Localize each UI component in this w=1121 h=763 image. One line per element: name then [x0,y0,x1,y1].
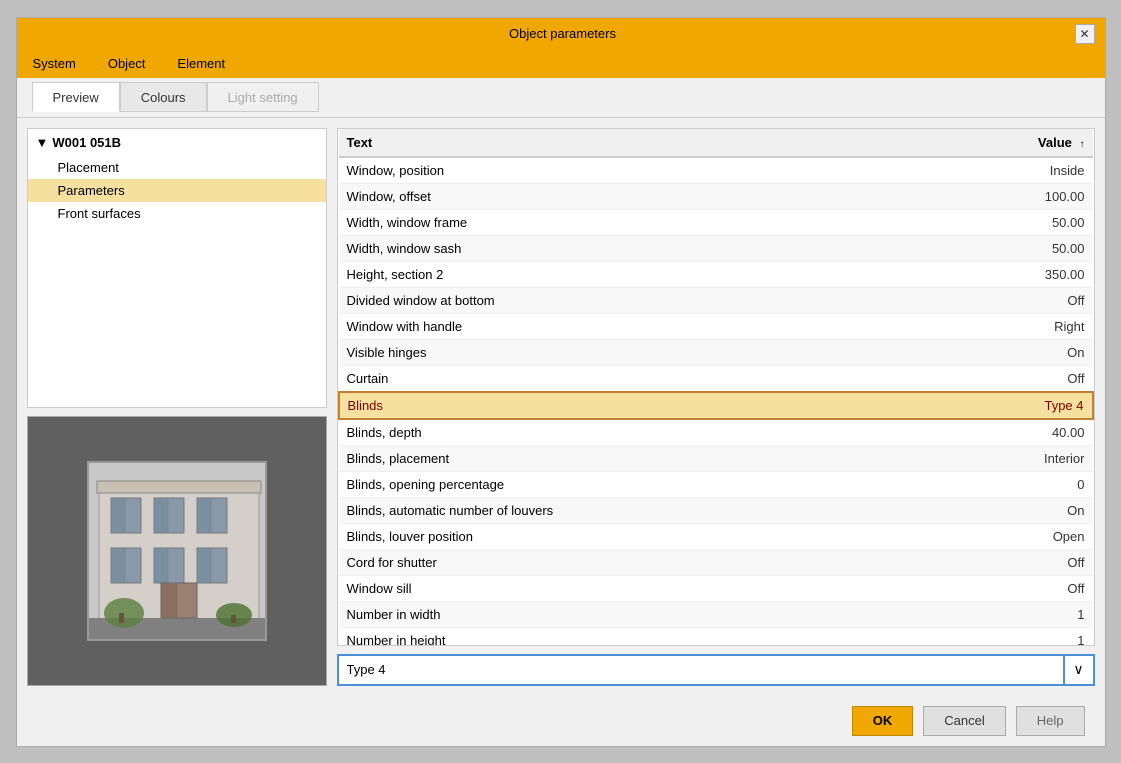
right-panel: Text Value ↑ Window, positionInsideWindo… [337,128,1095,686]
param-text-cell: Width, window frame [339,209,928,235]
tab-light-setting: Light setting [207,82,319,112]
param-text-cell: Blinds [339,392,928,419]
tree-item-placement-label: Placement [58,160,119,175]
param-value-cell: 1 [927,627,1092,646]
dialog: Object parameters ✕ System Object Elemen… [16,17,1106,747]
table-row[interactable]: Height, section 2350.00 [339,261,1093,287]
table-row[interactable]: CurtainOff [339,365,1093,392]
tab-colours[interactable]: Colours [120,82,207,112]
value-dropdown[interactable]: Type 1Type 2Type 3Type 4Type 5 [337,654,1065,686]
param-value-cell: 350.00 [927,261,1092,287]
table-row[interactable]: Blinds, opening percentage0 [339,471,1093,497]
table-row[interactable]: Visible hingesOn [339,339,1093,365]
help-button[interactable]: Help [1016,706,1085,736]
table-row[interactable]: Window sillOff [339,575,1093,601]
param-value-cell: Off [927,549,1092,575]
tree-item-parameters-label: Parameters [58,183,125,198]
param-value-cell: On [927,497,1092,523]
param-value-cell: Off [927,287,1092,313]
close-button[interactable]: ✕ [1075,24,1095,44]
tree-root-label: W001 051B [52,135,121,150]
table-row[interactable]: Width, window frame50.00 [339,209,1093,235]
param-value-cell: 100.00 [927,183,1092,209]
param-value-cell: Interior [927,445,1092,471]
table-row[interactable]: Blinds, louver positionOpen [339,523,1093,549]
tree-root[interactable]: ▼ W001 051B [28,129,326,156]
table-row[interactable]: Width, window sash50.00 [339,235,1093,261]
table-row[interactable]: BlindsType 4 [339,392,1093,419]
table-row[interactable]: Window with handleRight [339,313,1093,339]
param-value-cell: Off [927,575,1092,601]
tab-preview[interactable]: Preview [32,82,120,112]
params-table-container[interactable]: Text Value ↑ Window, positionInsideWindo… [337,128,1095,646]
param-text-cell: Blinds, opening percentage [339,471,928,497]
dialog-title: Object parameters [51,26,1075,41]
tree-item-parameters[interactable]: Parameters [28,179,326,202]
param-text-cell: Window sill [339,575,928,601]
table-row[interactable]: Blinds, depth40.00 [339,419,1093,446]
param-value-cell: Inside [927,157,1092,184]
param-value-cell: 0 [927,471,1092,497]
param-text-cell: Window with handle [339,313,928,339]
tree-expand-icon: ▼ [36,135,49,150]
ok-button[interactable]: OK [852,706,914,736]
param-text-cell: Curtain [339,365,928,392]
dropdown-area: Type 1Type 2Type 3Type 4Type 5 ∨ [337,654,1095,686]
param-value-cell: 40.00 [927,419,1092,446]
param-text-cell: Window, position [339,157,928,184]
tree-item-placement[interactable]: Placement [28,156,326,179]
params-table: Text Value ↑ Window, positionInsideWindo… [338,129,1094,646]
menu-element[interactable]: Element [171,54,231,73]
param-text-cell: Cord for shutter [339,549,928,575]
table-row[interactable]: Number in width1 [339,601,1093,627]
param-value-cell: Type 4 [927,392,1092,419]
param-text-cell: Number in width [339,601,928,627]
menu-bar: System Object Element [17,50,1105,78]
tab-bar: Preview Colours Light setting [17,78,1105,118]
content-area: ▼ W001 051B Placement Parameters Front s… [17,118,1105,696]
param-value-cell: 1 [927,601,1092,627]
left-panel: ▼ W001 051B Placement Parameters Front s… [27,128,327,686]
table-row[interactable]: Blinds, placementInterior [339,445,1093,471]
footer-buttons: OK Cancel Help [17,696,1105,746]
col-text-header[interactable]: Text [339,129,928,157]
dropdown-arrow-icon[interactable]: ∨ [1065,654,1095,686]
param-text-cell: Width, window sash [339,235,928,261]
tree-item-front-surfaces-label: Front surfaces [58,206,141,221]
table-row[interactable]: Window, offset100.00 [339,183,1093,209]
param-text-cell: Blinds, louver position [339,523,928,549]
table-row[interactable]: Number in height1 [339,627,1093,646]
param-text-cell: Number in height [339,627,928,646]
col-value-header[interactable]: Value ↑ [927,129,1092,157]
table-row[interactable]: Window, positionInside [339,157,1093,184]
preview-container [27,416,327,686]
param-value-cell: Right [927,313,1092,339]
menu-object[interactable]: Object [102,54,152,73]
param-text-cell: Visible hinges [339,339,928,365]
tree-container[interactable]: ▼ W001 051B Placement Parameters Front s… [27,128,327,408]
cancel-button[interactable]: Cancel [923,706,1005,736]
param-text-cell: Blinds, depth [339,419,928,446]
param-value-cell: Off [927,365,1092,392]
menu-system[interactable]: System [27,54,82,73]
table-row[interactable]: Divided window at bottomOff [339,287,1093,313]
param-value-cell: Open [927,523,1092,549]
tree-item-front-surfaces[interactable]: Front surfaces [28,202,326,225]
param-text-cell: Divided window at bottom [339,287,928,313]
table-row[interactable]: Cord for shutterOff [339,549,1093,575]
table-row[interactable]: Blinds, automatic number of louversOn [339,497,1093,523]
preview-image [87,461,267,641]
param-text-cell: Blinds, placement [339,445,928,471]
param-text-cell: Window, offset [339,183,928,209]
param-value-cell: 50.00 [927,209,1092,235]
sort-arrow-icon: ↑ [1080,139,1085,150]
title-bar: Object parameters ✕ [17,18,1105,50]
param-value-cell: 50.00 [927,235,1092,261]
param-value-cell: On [927,339,1092,365]
param-text-cell: Blinds, automatic number of louvers [339,497,928,523]
param-text-cell: Height, section 2 [339,261,928,287]
